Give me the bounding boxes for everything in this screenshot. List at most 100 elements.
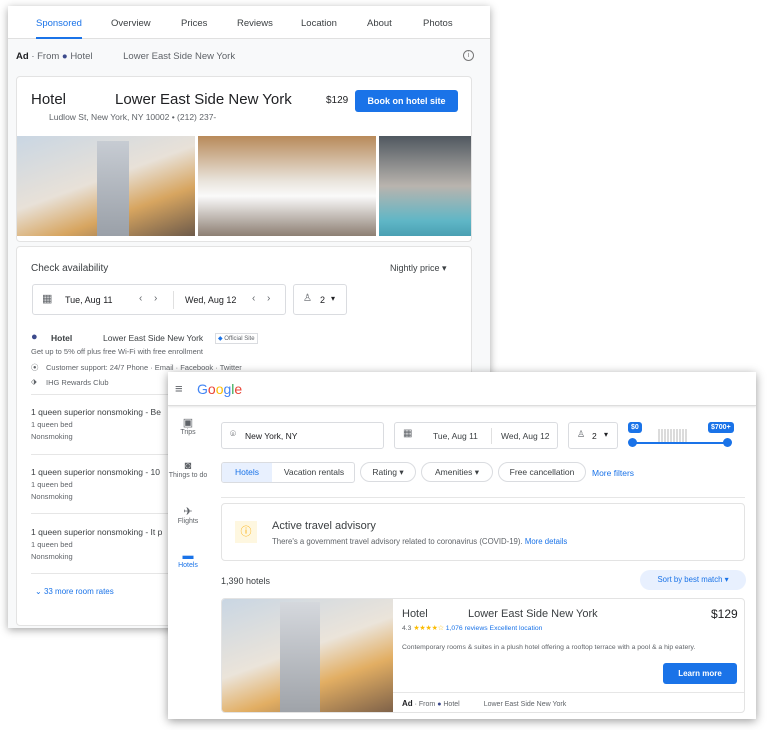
- camera-icon: ◙: [184, 460, 192, 472]
- date-selector: ▦ Tue, Aug 11 ‹ › Wed, Aug 12 ‹ ›: [32, 284, 286, 315]
- tab-overview[interactable]: Overview: [111, 18, 151, 29]
- more-room-rates-link[interactable]: ⌄ 33 more room rates: [35, 587, 114, 596]
- book-on-hotel-site-button[interactable]: Book on hotel site: [355, 90, 458, 112]
- sort-dropdown[interactable]: Sort by best match ▾: [640, 570, 746, 590]
- room-rate[interactable]: 1 queen superior nonsmoking - 10 1 queen…: [31, 467, 160, 501]
- rating-filter[interactable]: Rating ▾: [360, 462, 416, 482]
- price-range-slider[interactable]: $0 $700+: [628, 420, 738, 450]
- nav-label: Things to do: [168, 472, 208, 479]
- more-filters-link[interactable]: More filters: [592, 468, 634, 478]
- airplane-icon: ✈: [183, 506, 193, 518]
- header: ≡ Google: [168, 372, 756, 406]
- slider-max-handle[interactable]: [723, 438, 732, 447]
- tab-about[interactable]: About: [367, 18, 392, 29]
- person-icon: ♙: [577, 429, 586, 439]
- tab-photos[interactable]: Photos: [423, 18, 453, 29]
- sort-label: Sort by best match: [657, 575, 723, 584]
- guests-count: 2: [592, 431, 597, 441]
- hotel-photo-room[interactable]: [198, 136, 376, 236]
- tab-reviews[interactable]: Reviews: [237, 18, 273, 29]
- slider-min-handle[interactable]: [628, 438, 637, 447]
- bed-icon: ▬: [182, 550, 194, 562]
- checkout-prev-icon[interactable]: ‹: [252, 293, 255, 304]
- checkin-next-icon[interactable]: ›: [154, 293, 157, 304]
- warning-icon: ⓘ: [235, 521, 257, 543]
- room-name: 1 queen superior nonsmoking - Be: [31, 407, 161, 417]
- nav-label: Trips: [180, 429, 196, 436]
- checkin-date[interactable]: Tue, Aug 11: [65, 295, 113, 305]
- location-tag: Excellent location: [489, 625, 543, 632]
- more-details-link[interactable]: More details: [525, 537, 567, 546]
- menu-icon[interactable]: ≡: [175, 381, 183, 396]
- hotel-photo-pool[interactable]: [379, 136, 471, 236]
- brand-logo-icon: ●: [31, 331, 38, 343]
- checkin-date[interactable]: Tue, Aug 11: [433, 431, 478, 441]
- nav-hotels[interactable]: ▬ Hotels: [168, 550, 208, 569]
- hotel-photo-exterior[interactable]: [17, 136, 195, 236]
- provider-brand: Hotel: [51, 333, 73, 343]
- support-text: Customer support: 24/7 Phone · Email · F…: [46, 363, 242, 372]
- nightly-price-dropdown[interactable]: Nightly price ▾: [390, 263, 447, 274]
- travel-advisory-banner: ⓘ Active travel advisory There's a gover…: [221, 503, 745, 561]
- result-hotel-name: Lower East Side New York: [468, 608, 598, 620]
- room-bed: 1 queen bed: [31, 540, 73, 549]
- tab-prices[interactable]: Prices: [181, 18, 207, 29]
- nav-trips[interactable]: ▣ Trips: [168, 416, 208, 436]
- advisory-title: Active travel advisory: [272, 520, 376, 532]
- reviews-link[interactable]: 1,076 reviews: [446, 625, 488, 632]
- advisory-body: There's a government travel advisory rel…: [272, 537, 523, 546]
- hotel-name: Lower East Side New York: [115, 91, 292, 108]
- room-rate[interactable]: 1 queen superior nonsmoking - Be 1 queen…: [31, 407, 161, 441]
- provider-name[interactable]: Lower East Side New York: [103, 333, 203, 343]
- ad-line: Ad · From ● Hotel Lower East Side New Yo…: [16, 51, 235, 62]
- location-input[interactable]: ⌾ New York, NY: [221, 422, 384, 449]
- room-smoking: Nonsmoking: [31, 432, 73, 441]
- hotel-count: 1,390 hotels: [221, 576, 271, 586]
- date-selector: ▦ Tue, Aug 11 Wed, Aug 12: [394, 422, 558, 449]
- support-icon: ⦿: [31, 363, 39, 372]
- guests-count: 2: [320, 295, 326, 305]
- info-icon[interactable]: i: [463, 50, 474, 61]
- checkout-date[interactable]: Wed, Aug 12: [185, 295, 236, 305]
- amenities-filter[interactable]: Amenities ▾: [421, 462, 493, 482]
- nightly-price-label: Nightly price: [390, 263, 440, 273]
- tab-bar: Sponsored Overview Prices Reviews Locati…: [8, 6, 490, 39]
- price-histogram: [658, 429, 688, 442]
- advisory-text: There's a government travel advisory rel…: [272, 537, 567, 546]
- checkout-date[interactable]: Wed, Aug 12: [501, 431, 550, 441]
- caret-down-icon: ▾: [442, 263, 447, 273]
- hotel-photo: [222, 599, 393, 712]
- guests-selector[interactable]: ♙ 2 ▾: [293, 284, 347, 315]
- brand-name: Hotel: [70, 51, 93, 62]
- calendar-icon: ▦: [42, 293, 53, 305]
- room-bed: 1 queen bed: [31, 420, 73, 429]
- from-label: · From: [414, 701, 436, 708]
- checkin-prev-icon[interactable]: ‹: [139, 293, 142, 304]
- price-max-label: $700+: [708, 422, 734, 433]
- room-name: 1 queen superior nonsmoking - 10: [31, 467, 160, 477]
- nav-things-to-do[interactable]: ◙ Things to do: [168, 460, 208, 479]
- caret-down-icon: ▾: [399, 467, 404, 477]
- rating-value: 4.3: [402, 625, 412, 632]
- result-price: $129: [711, 607, 738, 621]
- nav-label: Flights: [177, 518, 199, 525]
- shield-icon: ◆: [218, 336, 223, 342]
- hotel-search-window: ≡ Google ▣ Trips ◙ Things to do ✈ Flights ▬…: [168, 372, 756, 719]
- room-rate[interactable]: 1 queen superior nonsmoking - It p 1 que…: [31, 527, 162, 561]
- vacation-rentals-toggle[interactable]: Vacation rentals: [272, 463, 354, 482]
- room-name: 1 queen superior nonsmoking - It p: [31, 527, 163, 537]
- free-cancellation-filter[interactable]: Free cancellation: [498, 462, 586, 482]
- tab-location[interactable]: Location: [301, 18, 337, 29]
- hotel-result-card[interactable]: Hotel Lower East Side New York $129 4.3 …: [221, 598, 745, 713]
- star-rating-icon: ★★★★☆: [413, 625, 444, 632]
- check-availability-title: Check availability: [31, 263, 109, 274]
- learn-more-button[interactable]: Learn more: [663, 663, 737, 684]
- guests-selector[interactable]: ♙ 2 ▾: [568, 422, 618, 449]
- tab-sponsored[interactable]: Sponsored: [36, 18, 82, 29]
- brand-logo-icon: ●: [437, 701, 442, 708]
- checkout-next-icon[interactable]: ›: [267, 293, 270, 304]
- nav-flights[interactable]: ✈ Flights: [168, 505, 208, 525]
- hotels-toggle[interactable]: Hotels: [222, 463, 272, 482]
- brand-logo-icon: ●: [61, 51, 68, 62]
- from-label: · From: [31, 51, 60, 62]
